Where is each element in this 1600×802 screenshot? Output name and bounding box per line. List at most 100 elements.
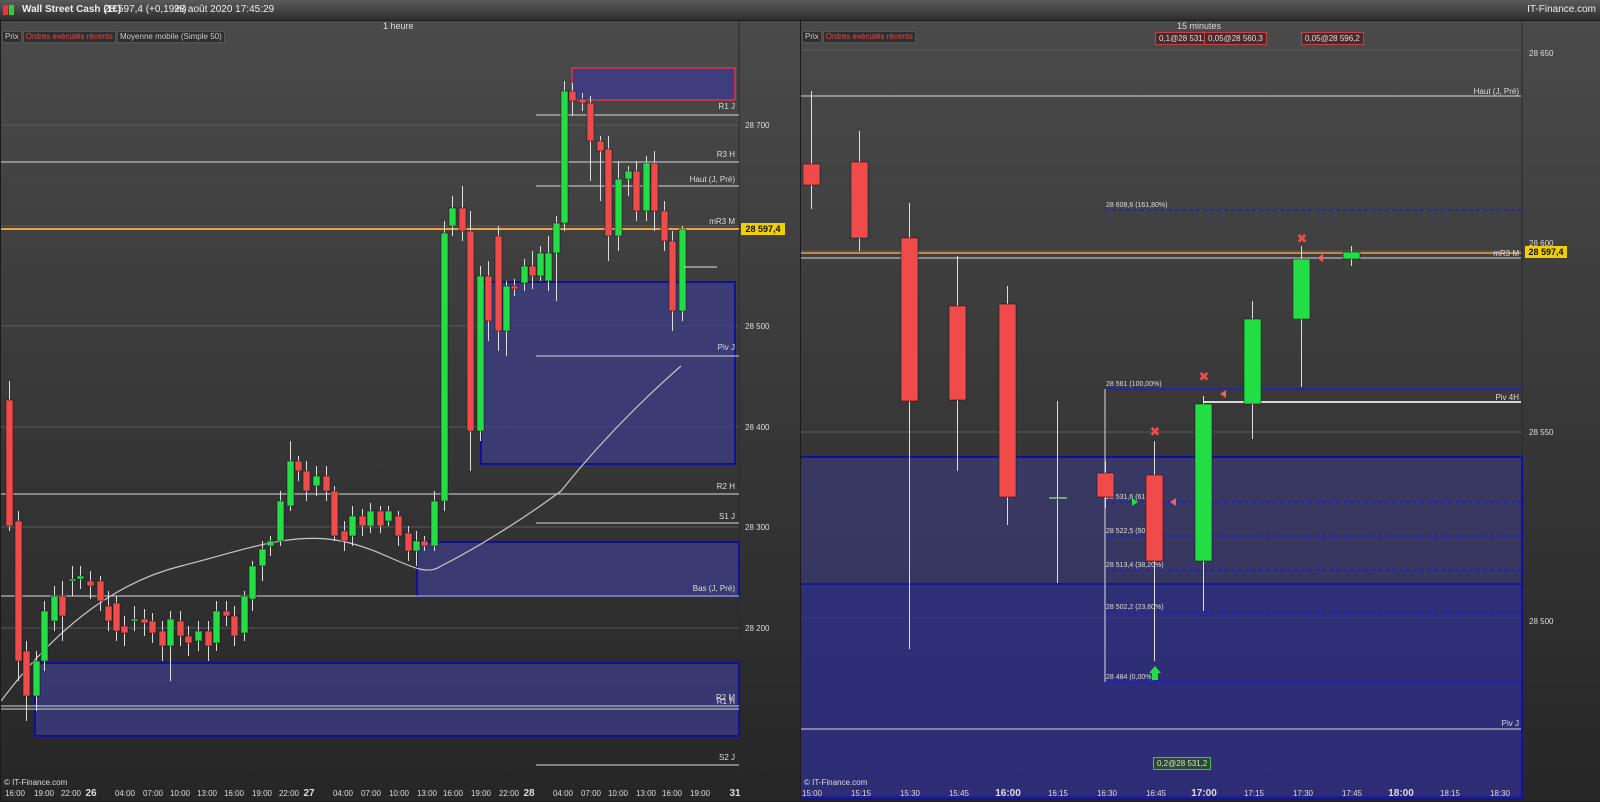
bear-candle (394, 515, 403, 537)
x-tick-label: 16:00 (443, 789, 464, 798)
bull-candle (678, 228, 687, 312)
pivot-label: Piv J (718, 343, 735, 352)
hourly-chart[interactable]: R1 J R3 H Haut (J, Pré) mR3 M Piv J R2 H S1 J B… (1, 21, 801, 801)
flag-icon (3, 5, 14, 15)
x-tick-label: 10:00 (389, 789, 410, 798)
bull-candle (76, 575, 85, 580)
pivot-label: S1 J (719, 512, 735, 521)
hourly-chart-pane[interactable]: R1 J R3 H Haut (J, Pré) mR3 M Piv J R2 H S1 J B… (0, 20, 802, 802)
x-tick-label: 22:00 (61, 789, 82, 798)
order-badge-bottom[interactable]: 0,2@28 531,2 (1153, 757, 1212, 770)
brand-label: IT-Finance.com (1527, 4, 1596, 15)
x-tick-label: 13:00 (636, 789, 657, 798)
bear-candle (302, 470, 311, 492)
bull-candle (68, 578, 77, 582)
tab-price[interactable]: Prix (2, 31, 22, 43)
x-tick-label: 15:30 (900, 789, 921, 798)
bear-candle (466, 230, 475, 432)
bull-candle (502, 285, 511, 332)
bear-candle (578, 98, 587, 104)
bull-candle (40, 610, 49, 662)
bull-candle (430, 500, 439, 547)
bear-candle (604, 148, 613, 237)
bear-candle (660, 210, 669, 242)
bull-candle (1194, 403, 1213, 562)
x-tick-label: 17:30 (1293, 789, 1314, 798)
bull-candle (544, 252, 553, 282)
bear-candle (568, 90, 577, 102)
x-tick-label: 07:00 (581, 789, 602, 798)
pivot-label: Piv J (1502, 719, 1519, 728)
bear-candle (404, 532, 413, 552)
bear-candle (184, 635, 193, 644)
bull-candle (642, 162, 651, 212)
datetime: 28 août 2020 17:45:29 (174, 4, 275, 15)
bear-candle (112, 602, 121, 632)
demand-zone (416, 541, 740, 597)
x-tick-label: 28 (523, 788, 535, 799)
bull-candle (286, 460, 295, 507)
tab-recent-orders[interactable]: Ordres exécutés récents (22, 31, 116, 43)
bear-candle (802, 163, 821, 186)
x-tick-label: 04:00 (115, 789, 136, 798)
indicator-tabs: Prix Ordres exécutés récents (802, 31, 917, 43)
quarter-hour-chart[interactable]: Haut (J, Pré) mR3 M Piv 4H Piv J 28 608,6 (1… (801, 21, 1600, 801)
bull-candle (440, 232, 449, 502)
tab-recent-orders[interactable]: Ordres exécutés récents (822, 31, 916, 43)
bull-candle (258, 548, 267, 567)
pivot-label: Piv 4H (1495, 393, 1519, 402)
x-tick-label: 27 (303, 788, 315, 799)
bull-candle (560, 90, 569, 224)
x-tick-label: 16:00 (995, 788, 1021, 799)
tab-moving-average[interactable]: Moyenne mobile (Simple 50) (116, 31, 225, 43)
x-tick-label: 19:00 (252, 789, 273, 798)
x-tick-label: 04:00 (333, 789, 354, 798)
bear-candle (494, 235, 503, 332)
bull-candle (448, 207, 457, 227)
bear-candle (458, 207, 467, 232)
bear-candle (230, 615, 239, 637)
bear-candle (222, 610, 231, 617)
bear-candle (586, 102, 595, 142)
x-tick-label: 22:00 (279, 789, 300, 798)
x-tick-label: 07:00 (143, 789, 164, 798)
bear-candle (104, 605, 113, 622)
title-bar: Wall Street Cash (1€) 28 597,4 (+0,19%) … (0, 0, 1600, 21)
bear-candle (1096, 472, 1115, 498)
pivot-label: S2 J (719, 753, 735, 762)
x-tick-label: 07:00 (361, 789, 382, 798)
watermark: © IT-Finance.com (4, 778, 68, 787)
bull-candle (266, 540, 275, 547)
bear-candle (668, 240, 677, 312)
x-tick-label: 18:00 (1388, 788, 1414, 799)
bull-candle (1243, 318, 1262, 405)
bear-candle (96, 580, 105, 602)
x-tick-label: 16:00 (224, 789, 245, 798)
y-tick-label: 28 400 (745, 423, 770, 432)
watermark: © IT-Finance.com (804, 778, 868, 787)
x-tick-label: 15:00 (802, 789, 823, 798)
bear-candle (204, 630, 213, 647)
bear-candle (358, 515, 367, 527)
x-tick-label: 16:00 (662, 789, 683, 798)
bear-candle (148, 620, 157, 634)
bull-candle (194, 630, 203, 642)
bear-candle (998, 303, 1017, 498)
tab-price[interactable]: Prix (802, 31, 822, 43)
cancel-order-icon: ✖ (1199, 370, 1210, 385)
x-tick-label: 13:00 (197, 789, 218, 798)
bear-candle (294, 460, 303, 472)
quarter-hour-chart-pane[interactable]: Haut (J, Pré) mR3 M Piv 4H Piv J 28 608,6 (1… (800, 20, 1600, 802)
order-badge[interactable]: 0,05@28 596,2 (1301, 32, 1364, 45)
x-tick-label: 16:45 (1146, 789, 1167, 798)
bull-candle (1342, 251, 1361, 260)
y-tick-label: 28 300 (745, 523, 770, 532)
fibonacci-label: 28 484 (0,00%) (1106, 674, 1154, 681)
bull-candle (50, 595, 59, 622)
x-tick-label: 17:00 (1191, 788, 1217, 799)
bear-candle (484, 275, 493, 322)
pivot-label: R1 H (717, 697, 735, 706)
bear-candle (420, 540, 429, 547)
bull-candle (520, 265, 529, 284)
order-badge[interactable]: 0,05@28 560,3 (1204, 32, 1267, 45)
